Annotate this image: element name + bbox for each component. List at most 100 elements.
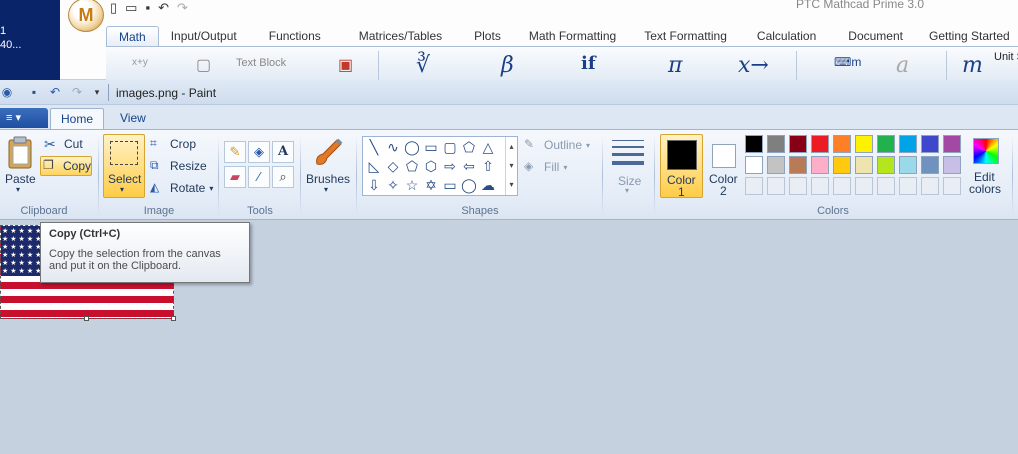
cloud-callout-shape-icon[interactable]: ☁: [479, 176, 497, 194]
color-2-button[interactable]: Color 2: [706, 134, 742, 198]
right-triangle-shape-icon[interactable]: ◺: [365, 157, 383, 175]
custom-color-slot[interactable]: [833, 177, 851, 195]
down-arrow-shape-icon[interactable]: ⇩: [365, 176, 383, 194]
brushes-button[interactable]: Brushes ▾: [304, 134, 352, 198]
undo-icon[interactable]: ↶: [48, 85, 62, 99]
custom-color-slot[interactable]: [767, 177, 785, 195]
hexagon-shape-icon[interactable]: ⬡: [422, 157, 440, 175]
oval-shape-icon[interactable]: ◯: [403, 138, 421, 156]
paint-menu-button[interactable]: ≡ ▾: [0, 108, 48, 128]
palette-swatch[interactable]: [789, 156, 807, 174]
select-button[interactable]: Select ▾: [103, 134, 145, 198]
mathcad-logo[interactable]: M: [68, 0, 104, 32]
mathcad-tab-plots[interactable]: Plots: [460, 26, 515, 46]
custom-color-slot[interactable]: [789, 177, 807, 195]
palette-swatch[interactable]: [855, 156, 873, 174]
custom-color-slot[interactable]: [745, 177, 763, 195]
palette-swatch[interactable]: [877, 156, 895, 174]
line-shape-icon[interactable]: ╲: [365, 138, 383, 156]
nth-root-icon[interactable]: ∛: [416, 53, 430, 78]
custom-color-slot[interactable]: [943, 177, 961, 195]
unit-system-button[interactable]: Unit Syst: [994, 51, 1018, 63]
eraser-icon[interactable]: ▰: [224, 166, 246, 188]
palette-swatch[interactable]: [833, 135, 851, 153]
redo-icon[interactable]: ↷: [177, 0, 188, 15]
symbolic-evaluation-icon[interactable]: x→: [738, 53, 769, 78]
mathcad-tab-text-formatting[interactable]: Text Formatting: [630, 26, 741, 46]
cut-button[interactable]: ✂ Cut: [44, 134, 83, 154]
color-1-button[interactable]: Color 1: [660, 134, 703, 199]
paste-button[interactable]: Paste ▾: [4, 136, 36, 198]
palette-swatch[interactable]: [767, 135, 785, 153]
palette-swatch[interactable]: [921, 156, 939, 174]
pi-constant-icon[interactable]: π: [668, 53, 682, 78]
resize-button[interactable]: ⧉ Resize: [150, 156, 207, 176]
edit-colors-button[interactable]: Edit colors: [968, 134, 1004, 198]
if-operator-icon[interactable]: if: [581, 53, 596, 74]
pentagon-shape-icon[interactable]: ⬠: [403, 157, 421, 175]
new-document-icon[interactable]: ▯: [110, 0, 117, 15]
paint-app-icon[interactable]: ◉: [0, 85, 14, 99]
pencil-icon[interactable]: ✎: [224, 141, 246, 163]
selection-handle-bottom[interactable]: [84, 316, 89, 321]
tab-home[interactable]: Home: [50, 108, 105, 129]
palette-swatch[interactable]: [877, 135, 895, 153]
palette-swatch[interactable]: [789, 135, 807, 153]
rounded-rectangle-shape-icon[interactable]: ▢: [441, 138, 459, 156]
palette-swatch[interactable]: [811, 135, 829, 153]
four-point-star-shape-icon[interactable]: ✧: [384, 176, 402, 194]
mathcad-tab-input-output[interactable]: Input/Output: [159, 26, 249, 46]
fill-button[interactable]: ◈ Fill ▾: [524, 157, 567, 177]
save-icon[interactable]: ▪: [27, 85, 41, 99]
palette-swatch[interactable]: [943, 156, 961, 174]
mathcad-tab-math[interactable]: Math: [106, 26, 159, 46]
mathcad-tab-calculation[interactable]: Calculation: [741, 26, 832, 46]
custom-color-slot[interactable]: [899, 177, 917, 195]
palette-swatch[interactable]: [855, 135, 873, 153]
mathcad-tab-matrices-tables[interactable]: Matrices/Tables: [341, 26, 460, 46]
copy-button[interactable]: ❐ Copy: [40, 156, 92, 176]
palette-swatch[interactable]: [833, 156, 851, 174]
palette-swatch[interactable]: [745, 135, 763, 153]
redo-icon[interactable]: ↷: [70, 85, 84, 99]
five-point-star-shape-icon[interactable]: ☆: [403, 176, 421, 194]
save-icon[interactable]: ▪: [145, 0, 150, 15]
palette-swatch[interactable]: [943, 135, 961, 153]
text-tool-icon[interactable]: A: [272, 141, 294, 163]
diamond-shape-icon[interactable]: ◇: [384, 157, 402, 175]
mathcad-tab-getting-started[interactable]: Getting Started: [919, 26, 1018, 46]
mathcad-region-icon[interactable]: ▢: [196, 55, 211, 75]
curve-shape-icon[interactable]: ∿: [384, 138, 402, 156]
mathcad-tab-document[interactable]: Document: [832, 26, 919, 46]
units-icon[interactable]: ⌨m: [834, 55, 861, 69]
custom-color-slot[interactable]: [877, 177, 895, 195]
mathcad-tab-functions[interactable]: Functions: [249, 26, 341, 46]
beta-symbol-icon[interactable]: β: [501, 53, 514, 78]
right-arrow-shape-icon[interactable]: ⇨: [441, 157, 459, 175]
palette-swatch[interactable]: [811, 156, 829, 174]
tab-view[interactable]: View: [110, 108, 156, 129]
outline-button[interactable]: ✎ Outline ▾: [524, 135, 590, 155]
palette-swatch[interactable]: [899, 135, 917, 153]
crop-button[interactable]: ⌗ Crop: [150, 134, 196, 154]
unit-m-icon[interactable]: m: [962, 53, 983, 78]
undo-icon[interactable]: ↶: [158, 0, 169, 15]
triangle-shape-icon[interactable]: △: [479, 138, 497, 156]
customize-qat-icon[interactable]: ▾: [90, 85, 104, 99]
mathcad-tab-math-formatting[interactable]: Math Formatting: [515, 26, 630, 46]
rectangle-shape-icon[interactable]: ▭: [422, 138, 440, 156]
palette-swatch[interactable]: [899, 156, 917, 174]
oval-callout-shape-icon[interactable]: ◯: [460, 176, 478, 194]
size-button[interactable]: Size ▾: [608, 136, 648, 198]
palette-swatch[interactable]: [767, 156, 785, 174]
selection-handle-corner[interactable]: [171, 316, 176, 321]
six-point-star-shape-icon[interactable]: ✡: [422, 176, 440, 194]
custom-color-slot[interactable]: [921, 177, 939, 195]
mathcad-image-icon[interactable]: ▣: [338, 55, 353, 75]
mathcad-xy-icon[interactable]: x+y: [132, 57, 148, 68]
fill-bucket-icon[interactable]: ◈: [248, 141, 270, 163]
left-arrow-shape-icon[interactable]: ⇦: [460, 157, 478, 175]
color-picker-icon[interactable]: ⁄: [248, 166, 270, 188]
text-block-button[interactable]: Text Block: [236, 57, 286, 69]
palette-swatch[interactable]: [745, 156, 763, 174]
